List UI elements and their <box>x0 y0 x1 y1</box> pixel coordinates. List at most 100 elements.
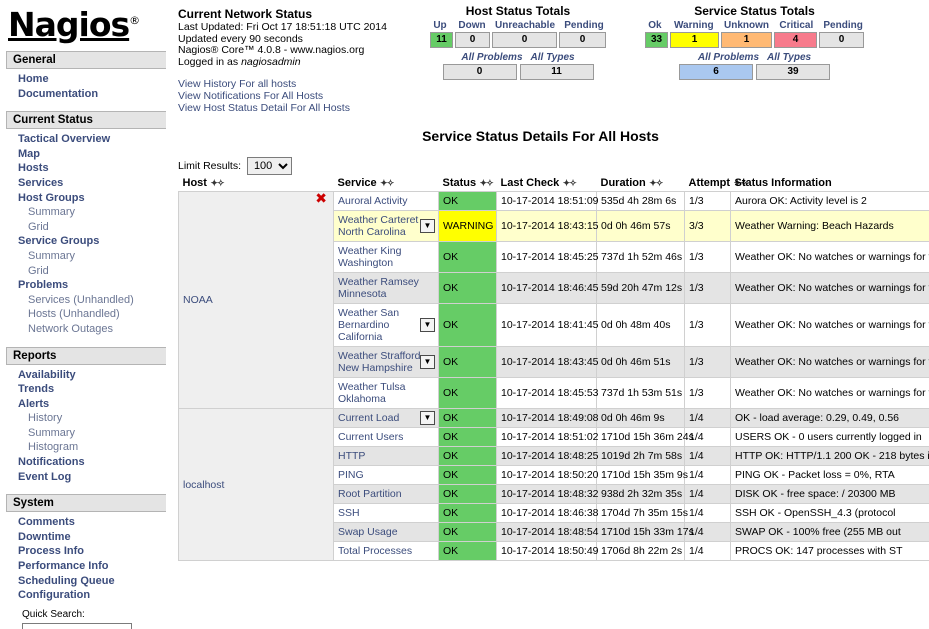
sidebar-item-alerts[interactable]: Alerts <box>18 398 49 410</box>
service-totals-headers: OkWarningUnknownCriticalPending <box>642 20 867 31</box>
total-value[interactable]: 33 <box>645 32 668 48</box>
sidebar-item-documentation[interactable]: Documentation <box>18 88 98 100</box>
list-item: Services (Unhandled) <box>18 293 172 308</box>
column-header-attempt[interactable]: Attempt ✦✧ <box>685 177 731 192</box>
sidebar-item-problems[interactable]: Problems <box>18 279 68 291</box>
sidebar-item-grid[interactable]: Grid <box>28 265 49 277</box>
service-link[interactable]: HTTP <box>338 450 365 462</box>
sidebar-item-history[interactable]: History <box>28 412 62 424</box>
total-value[interactable]: 1 <box>670 32 719 48</box>
column-header-host[interactable]: Host ✦✧ <box>179 177 334 192</box>
status-badge: OK <box>439 447 497 466</box>
logo-text: Nagios <box>8 5 129 44</box>
sidebar-item-grid[interactable]: Grid <box>28 221 49 233</box>
total-value[interactable]: 0 <box>559 32 606 48</box>
sidebar-item-home[interactable]: Home <box>18 73 49 85</box>
link-view-notifications-for-all-hosts[interactable]: View Notifications For All Hosts <box>178 91 416 103</box>
total-value[interactable]: 1 <box>721 32 772 48</box>
chevron-down-icon[interactable]: ▼ <box>420 411 435 425</box>
link-view-host-status-detail-for-all-hosts[interactable]: View Host Status Detail For All Hosts <box>178 103 416 115</box>
sort-arrows-icon[interactable]: ✦✧ <box>561 178 576 188</box>
sidebar-item-summary[interactable]: Summary <box>28 206 75 218</box>
column-header-status-information[interactable]: Status Information <box>731 177 929 192</box>
sidebar-item-availability[interactable]: Availability <box>18 369 76 381</box>
sidebar-item-histogram[interactable]: Histogram <box>28 441 78 453</box>
service-link[interactable]: SSH <box>338 507 360 519</box>
sidebar-item-scheduling-queue[interactable]: Scheduling Queue <box>18 575 115 587</box>
service-link[interactable]: Current Load <box>338 412 399 424</box>
total-sub-value[interactable]: 0 <box>443 64 517 80</box>
total-value[interactable]: 0 <box>492 32 557 48</box>
sidebar-item-trends[interactable]: Trends <box>18 383 54 395</box>
status-information-cell: Weather OK: No watches or warnings for t… <box>731 273 929 304</box>
sidebar-item-services[interactable]: Services <box>18 177 63 189</box>
service-link[interactable]: Weather King Washington <box>338 245 401 269</box>
sidebar-item-notifications[interactable]: Notifications <box>18 456 85 468</box>
sidebar-item-summary[interactable]: Summary <box>28 250 75 262</box>
sidebar-item-performance-info[interactable]: Performance Info <box>18 560 108 572</box>
column-header-duration[interactable]: Duration ✦✧ <box>597 177 685 192</box>
limit-results-select[interactable]: 100502510All <box>247 157 292 175</box>
total-value[interactable]: 0 <box>455 32 490 48</box>
sidebar-item-comments[interactable]: Comments <box>18 516 75 528</box>
chevron-down-icon[interactable]: ▼ <box>420 355 435 369</box>
service-link[interactable]: PING <box>338 469 364 481</box>
sidebar-item-map[interactable]: Map <box>18 148 40 160</box>
sort-arrows-icon[interactable]: ✦✧ <box>209 178 224 188</box>
duration-cell: 1710d 15h 36m 24s <box>597 428 685 447</box>
total-header: Unknown <box>720 20 774 31</box>
sidebar-item-network-outages[interactable]: Network Outages <box>28 323 113 335</box>
total-sub-value[interactable]: 39 <box>756 64 830 80</box>
sidebar-item-services-unhandled[interactable]: Services (Unhandled) <box>28 294 134 306</box>
service-link[interactable]: Auroral Activity <box>338 195 407 207</box>
sidebar-nav: GeneralHomeDocumentationCurrent StatusTa… <box>0 51 172 603</box>
service-link[interactable]: Weather Tulsa Oklahoma <box>338 381 406 405</box>
chevron-down-icon[interactable]: ▼ <box>420 318 435 332</box>
quick-search-input[interactable] <box>22 623 132 629</box>
list-item: Performance Info <box>18 559 172 574</box>
sort-arrows-icon[interactable]: ✦✧ <box>478 178 493 188</box>
attempt-cell: 1/3 <box>685 273 731 304</box>
column-header-last-check[interactable]: Last Check ✦✧ <box>497 177 597 192</box>
chevron-down-icon[interactable]: ▼ <box>420 219 435 233</box>
sidebar-item-configuration[interactable]: Configuration <box>18 589 90 601</box>
total-value[interactable]: 0 <box>819 32 864 48</box>
sidebar-item-service-groups[interactable]: Service Groups <box>18 235 99 247</box>
service-link[interactable]: Weather Carteret North Carolina <box>338 214 418 238</box>
host-status-totals: Host Status Totals UpDownUnreachablePend… <box>422 4 614 80</box>
total-sub-value[interactable]: 6 <box>679 64 753 80</box>
sort-arrows-icon[interactable]: ✦✧ <box>379 178 394 188</box>
list-item: Grid <box>18 220 172 235</box>
service-link[interactable]: Root Partition <box>338 488 402 500</box>
list-item: Hosts (Unhandled) <box>18 307 172 322</box>
sidebar-item-hosts[interactable]: Hosts <box>18 162 49 174</box>
column-header-service[interactable]: Service ✦✧ <box>334 177 439 192</box>
sidebar-item-hosts-unhandled[interactable]: Hosts (Unhandled) <box>28 308 120 320</box>
sidebar-item-summary[interactable]: Summary <box>28 427 75 439</box>
status-information-cell: OK - load average: 0.29, 0.49, 0.56 <box>731 409 929 428</box>
service-link[interactable]: Weather Strafford New Hampshire <box>338 350 421 374</box>
sidebar-item-downtime[interactable]: Downtime <box>18 531 71 543</box>
service-link[interactable]: Total Processes <box>338 545 412 557</box>
total-value[interactable]: 4 <box>774 32 817 48</box>
column-header-status[interactable]: Status ✦✧ <box>439 177 497 192</box>
host-link[interactable]: localhost <box>183 479 224 491</box>
host-link[interactable]: NOAA <box>183 294 213 306</box>
sidebar-item-process-info[interactable]: Process Info <box>18 545 84 557</box>
status-information-cell: USERS OK - 0 users currently logged in <box>731 428 929 447</box>
sidebar-item-event-log[interactable]: Event Log <box>18 471 71 483</box>
service-link[interactable]: Swap Usage <box>338 526 398 538</box>
status-information-cell: Weather OK: No watches or warnings for t… <box>731 304 929 347</box>
sidebar-item-host-groups[interactable]: Host Groups <box>18 192 85 204</box>
critical-x-icon[interactable]: ✖ <box>315 193 327 206</box>
service-link[interactable]: Weather San Bernardino California <box>338 307 399 343</box>
service-link[interactable]: Current Users <box>338 431 403 443</box>
sidebar-item-tactical-overview[interactable]: Tactical Overview <box>18 133 110 145</box>
total-value[interactable]: 11 <box>430 32 453 48</box>
service-link[interactable]: Weather Ramsey Minnesota <box>338 276 419 300</box>
table-row: NOAA✖Auroral ActivityOK10-17-2014 18:51:… <box>179 192 929 211</box>
list-item: Alerts <box>18 397 172 412</box>
nagios-logo[interactable]: Nagios® <box>0 6 172 41</box>
sort-arrows-icon[interactable]: ✦✧ <box>648 178 663 188</box>
total-sub-value[interactable]: 11 <box>520 64 594 80</box>
